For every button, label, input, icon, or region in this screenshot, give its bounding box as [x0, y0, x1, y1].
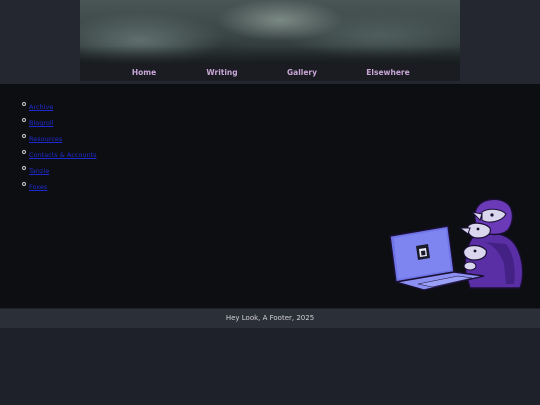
- bullet-icon: [22, 133, 26, 138]
- header-banner-image: [80, 0, 460, 64]
- link-resources[interactable]: Resources: [29, 135, 62, 143]
- bullet-icon: [22, 149, 26, 154]
- list-item: Archive: [22, 98, 97, 114]
- list-item: Tanzie: [22, 162, 97, 178]
- link-list: Archive Blogroll Resources Contacts & Ac…: [22, 98, 97, 194]
- nav-writing[interactable]: Writing: [206, 64, 237, 81]
- link-blogroll[interactable]: Blogroll: [29, 119, 54, 127]
- bullet-icon: [22, 117, 26, 122]
- main-content: Archive Blogroll Resources Contacts & Ac…: [0, 84, 540, 308]
- nav-elsewhere[interactable]: Elsewhere: [366, 64, 409, 81]
- bullet-icon: [22, 101, 26, 106]
- list-item: Blogroll: [22, 114, 97, 130]
- link-archive[interactable]: Archive: [29, 103, 53, 111]
- link-tanzie[interactable]: Tanzie: [29, 167, 49, 175]
- list-item: Foxes: [22, 178, 97, 194]
- nav-gallery[interactable]: Gallery: [287, 64, 317, 81]
- bullet-icon: [22, 181, 26, 186]
- main-nav: Home Writing Gallery Elsewhere: [80, 64, 460, 81]
- list-item: Resources: [22, 130, 97, 146]
- link-contacts[interactable]: Contacts & Accounts: [29, 151, 97, 159]
- nav-home[interactable]: Home: [132, 64, 156, 81]
- mascot-laptop-illustration: [389, 198, 524, 291]
- link-foxes[interactable]: Foxes: [29, 183, 47, 191]
- bullet-icon: [22, 165, 26, 170]
- page-footer: Hey Look, A Footer, 2025: [0, 309, 540, 328]
- list-item: Contacts & Accounts: [22, 146, 97, 162]
